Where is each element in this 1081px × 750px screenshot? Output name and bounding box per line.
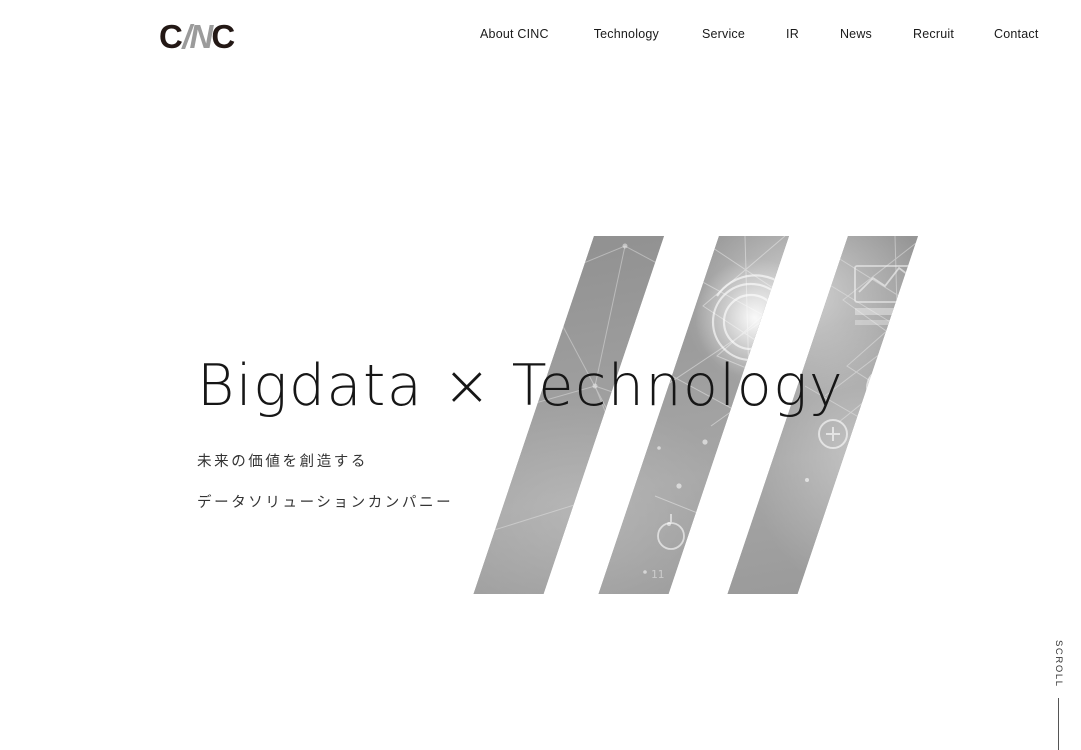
logo-letter-c2: C xyxy=(211,17,235,55)
page-root: C / N C About CINC Technology Service IR… xyxy=(0,0,1081,750)
logo-letter-c1: C xyxy=(159,17,183,55)
nav-item-service[interactable]: Service xyxy=(702,26,745,43)
hero-subtitle-line-2: データソリューションカンパニー xyxy=(197,495,454,511)
nav-item-technology[interactable]: Technology xyxy=(594,26,659,43)
nav-item-about-cinc[interactable]: About CINC xyxy=(480,26,549,43)
nav-item-ir[interactable]: IR xyxy=(786,26,799,43)
logo-slash-icon: / xyxy=(182,17,191,55)
svg-text:11: 11 xyxy=(651,568,664,581)
svg-text:36: 36 xyxy=(681,568,694,581)
site-logo[interactable]: C / N C xyxy=(159,17,235,55)
logo-letter-n: N xyxy=(189,17,214,55)
hero-subtitle-line-1: 未来の価値を創造する xyxy=(197,454,368,470)
hero-text-block: Bigdata × Technology 未来の価値を創造する データソリューシ… xyxy=(197,350,844,519)
main-navigation: About CINC Technology Service IR News Re… xyxy=(480,26,1039,43)
scroll-indicator-label: SCROLL xyxy=(1052,640,1064,688)
nav-item-news[interactable]: News xyxy=(840,26,872,43)
scroll-indicator[interactable]: SCROLL xyxy=(1043,635,1073,750)
page-title: Bigdata × Technology xyxy=(197,353,845,419)
nav-item-contact[interactable]: Contact xyxy=(994,26,1038,43)
nav-item-recruit[interactable]: Recruit xyxy=(913,26,954,43)
scroll-indicator-line xyxy=(1057,697,1059,750)
site-header: C / N C About CINC Technology Service IR… xyxy=(0,0,1081,70)
